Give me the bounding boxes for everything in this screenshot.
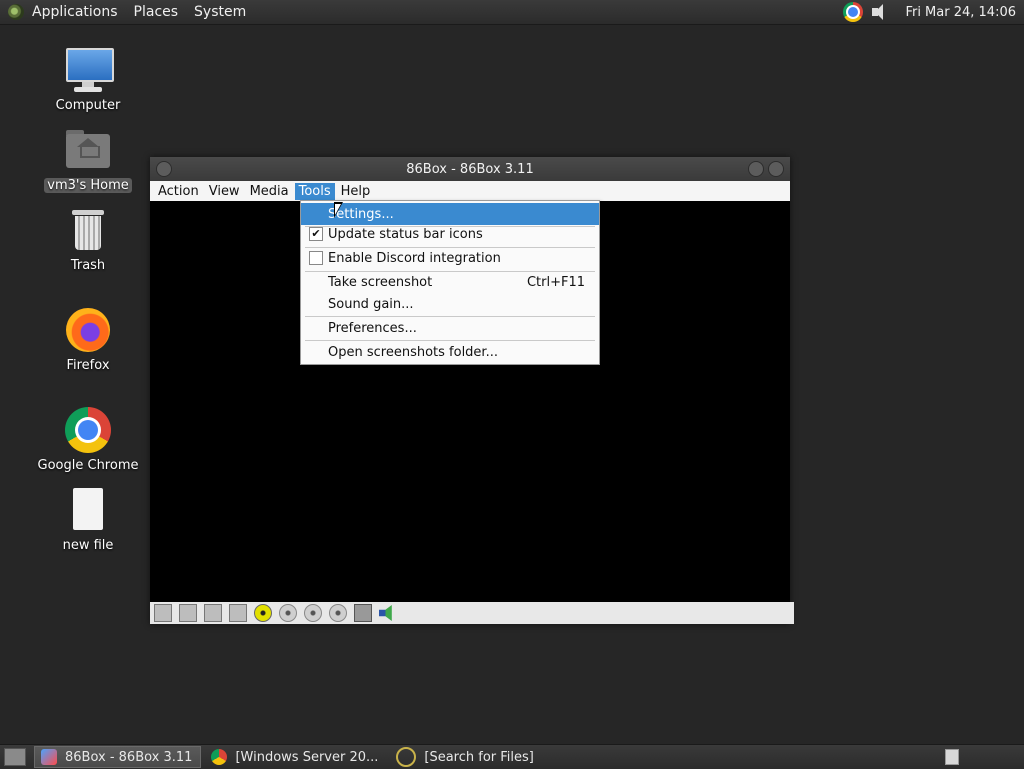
cdrom-icon[interactable] xyxy=(304,604,322,622)
chrome-tray-icon[interactable] xyxy=(843,2,864,22)
places-menu[interactable]: Places xyxy=(134,4,179,20)
menu-tools[interactable]: Tools xyxy=(294,182,335,200)
tools-dropdown-menu: Settings... ✔ Update status bar icons En… xyxy=(300,200,600,365)
volume-icon[interactable] xyxy=(871,3,891,21)
menu-item-take-screenshot[interactable]: Take screenshot Ctrl+F11 xyxy=(301,271,599,293)
distro-logo-icon[interactable] xyxy=(8,4,24,20)
computer-icon xyxy=(64,46,114,94)
task-label: [Windows Server 20... xyxy=(235,749,379,765)
checkbox-unchecked-icon[interactable] xyxy=(309,251,323,265)
workspace-switcher[interactable] xyxy=(945,749,959,765)
menubar: Action View Media Tools Help xyxy=(150,181,790,201)
minimize-button[interactable] xyxy=(748,161,764,177)
menu-item-label: Enable Discord integration xyxy=(328,250,501,266)
bottom-taskbar: 86Box - 86Box 3.11 [Windows Server 20...… xyxy=(0,744,1024,769)
menu-help[interactable]: Help xyxy=(337,183,375,200)
firefox-icon xyxy=(64,306,112,354)
menu-item-label: Take screenshot xyxy=(328,274,433,290)
trash-icon xyxy=(64,206,112,254)
status-bar xyxy=(150,602,794,624)
desktop-icon-label: Firefox xyxy=(66,358,110,373)
cdrom-icon[interactable] xyxy=(329,604,347,622)
top-panel: Applications Places System Fri Mar 24, 1… xyxy=(0,0,1024,25)
mouse-cursor-icon xyxy=(334,202,343,218)
maximize-button[interactable] xyxy=(768,161,784,177)
task-search-files[interactable]: [Search for Files] xyxy=(390,747,541,767)
desktop-icon-firefox[interactable]: Firefox xyxy=(33,306,143,373)
menu-item-label: Update status bar icons xyxy=(328,226,483,242)
desktop-icon-label: Trash xyxy=(70,258,106,273)
menu-view[interactable]: View xyxy=(205,183,244,200)
menu-item-label: Open screenshots folder... xyxy=(328,344,498,360)
sound-icon[interactable] xyxy=(379,605,392,621)
desktop-icon-home[interactable]: vm3's Home xyxy=(33,126,143,193)
desktop-icon-label: Google Chrome xyxy=(37,458,139,473)
panel-tray: Fri Mar 24, 14:06 xyxy=(843,0,1024,24)
file-icon xyxy=(64,486,112,534)
desktop-icon-computer[interactable]: Computer xyxy=(33,46,143,113)
floppy-drive-icon[interactable] xyxy=(229,604,247,622)
86box-icon xyxy=(41,749,57,765)
menu-item-shortcut: Ctrl+F11 xyxy=(526,274,585,290)
menu-item-enable-discord[interactable]: Enable Discord integration xyxy=(301,247,599,269)
window-menu-button[interactable] xyxy=(156,161,172,177)
show-desktop-icon[interactable] xyxy=(4,748,26,766)
task-label: [Search for Files] xyxy=(424,749,534,765)
task-86box[interactable]: 86Box - 86Box 3.11 xyxy=(34,746,202,768)
checkbox-checked-icon[interactable]: ✔ xyxy=(309,227,323,241)
menu-item-open-screenshots-folder[interactable]: Open screenshots folder... xyxy=(301,341,599,363)
chrome-icon xyxy=(211,749,228,765)
menu-item-preferences[interactable]: Preferences... xyxy=(301,317,599,339)
menu-item-label: Sound gain... xyxy=(328,296,414,312)
window-titlebar[interactable]: 86Box - 86Box 3.11 xyxy=(150,157,790,181)
task-label: 86Box - 86Box 3.11 xyxy=(65,749,193,765)
floppy-drive-icon[interactable] xyxy=(154,604,172,622)
desktop-icon-chrome[interactable]: Google Chrome xyxy=(33,406,143,473)
panel-menu: Applications Places System xyxy=(0,0,262,24)
cdrom-icon[interactable] xyxy=(279,604,297,622)
cdrom-active-icon[interactable] xyxy=(254,604,272,622)
clock[interactable]: Fri Mar 24, 14:06 xyxy=(905,5,1016,20)
menu-action[interactable]: Action xyxy=(154,183,203,200)
menu-item-settings[interactable]: Settings... xyxy=(301,203,599,225)
menu-item-label: Preferences... xyxy=(328,320,417,336)
desktop-icon-label: new file xyxy=(62,538,114,553)
desktop-icon-label: vm3's Home xyxy=(44,178,132,193)
desktop-icon-label: Computer xyxy=(55,98,121,113)
system-menu[interactable]: System xyxy=(194,4,246,20)
network-icon[interactable] xyxy=(354,604,372,622)
desktop-icon-trash[interactable]: Trash xyxy=(33,206,143,273)
menu-item-sound-gain[interactable]: Sound gain... xyxy=(301,293,599,315)
menu-media[interactable]: Media xyxy=(246,183,293,200)
task-windows-server[interactable]: [Windows Server 20... xyxy=(205,747,386,767)
floppy-drive-icon[interactable] xyxy=(179,604,197,622)
window-title: 86Box - 86Box 3.11 xyxy=(406,161,534,177)
menu-item-update-status-bar-icons[interactable]: ✔ Update status bar icons xyxy=(301,223,599,245)
search-icon xyxy=(396,747,417,767)
chrome-icon xyxy=(64,406,112,454)
floppy-drive-icon[interactable] xyxy=(204,604,222,622)
desktop-icon-new-file[interactable]: new file xyxy=(33,486,143,553)
applications-menu[interactable]: Applications xyxy=(32,4,118,20)
home-folder-icon xyxy=(64,126,112,174)
